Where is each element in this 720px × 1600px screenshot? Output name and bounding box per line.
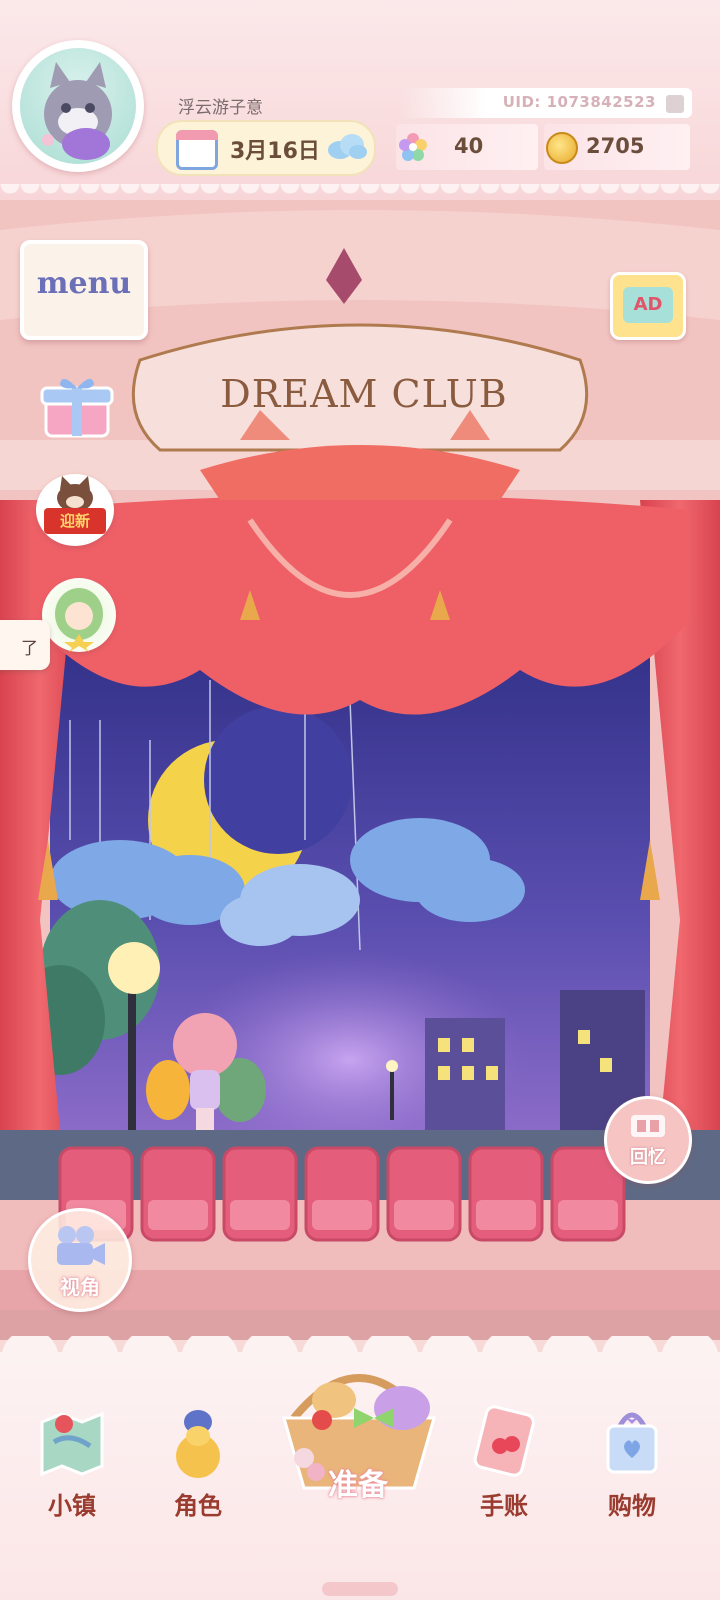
menu-label: menu bbox=[36, 266, 132, 301]
dream-club-sign: DREAM CLUB bbox=[220, 372, 508, 416]
gift-box-icon bbox=[40, 378, 114, 438]
flower-gem-icon bbox=[399, 133, 427, 161]
character-icon bbox=[176, 1410, 220, 1478]
date-panel[interactable]: 3月16日 bbox=[156, 120, 376, 176]
camera-view-button[interactable]: 视角 bbox=[28, 1208, 132, 1312]
dream-club-stage[interactable]: DREAM CLUB bbox=[0, 200, 720, 1340]
uid-text: UID: 1073842523 bbox=[502, 93, 656, 111]
ad-button[interactable]: AD bbox=[610, 272, 686, 340]
copy-icon[interactable] bbox=[664, 93, 686, 115]
new-year-event-button[interactable]: 迎新 bbox=[36, 474, 114, 546]
stage-illustration bbox=[0, 200, 720, 1340]
memory-label: 回忆 bbox=[630, 1147, 666, 1168]
nav-label-journal: 手账 bbox=[480, 1492, 528, 1520]
nav-label-shop: 购物 bbox=[608, 1492, 656, 1520]
flower-currency-panel[interactable]: 40 bbox=[396, 124, 538, 170]
nav-label-town: 小镇 bbox=[48, 1492, 96, 1520]
ad-label: AD bbox=[623, 287, 673, 323]
home-indicator bbox=[322, 1582, 398, 1596]
top-status-bar: 浮云游子意 UID: 1073842523 3月16日 40 2705 bbox=[0, 0, 720, 204]
uid-panel: UID: 1073842523 bbox=[400, 88, 692, 118]
avatar-cat-icon bbox=[20, 48, 136, 164]
nav-item-journal[interactable]: 手账 bbox=[444, 1398, 564, 1528]
coin-count: 2705 bbox=[586, 134, 645, 158]
nav-label-character: 角色 bbox=[174, 1492, 222, 1520]
journal-book-icon bbox=[473, 1405, 535, 1477]
memory-button[interactable]: 回忆 bbox=[604, 1096, 692, 1184]
date-text: 3月16日 bbox=[230, 139, 320, 164]
camera-label: 视角 bbox=[60, 1275, 100, 1299]
gold-coin-icon bbox=[546, 132, 578, 164]
fairy-character-icon bbox=[55, 588, 103, 652]
toast-text: 了 bbox=[21, 639, 38, 659]
fairy-event-button[interactable] bbox=[42, 578, 116, 652]
flower-count: 40 bbox=[454, 134, 484, 158]
coin-currency-panel[interactable]: 2705 bbox=[544, 124, 690, 170]
calendar-icon bbox=[176, 130, 218, 170]
nav-item-character[interactable]: 角色 bbox=[138, 1398, 258, 1528]
nav-item-shop[interactable]: 购物 bbox=[572, 1398, 692, 1528]
film-reel-icon bbox=[631, 1115, 665, 1137]
cat-mascot-icon bbox=[57, 476, 93, 512]
cloud-weather-icon bbox=[328, 134, 367, 159]
shopping-bag-icon bbox=[606, 1412, 658, 1474]
new-year-tag: 迎新 bbox=[44, 508, 106, 534]
nav-item-prepare[interactable] bbox=[264, 1348, 454, 1490]
menu-button[interactable]: menu bbox=[20, 240, 148, 340]
map-icon bbox=[40, 1411, 104, 1477]
movie-camera-icon bbox=[57, 1226, 105, 1265]
nav-label-prepare[interactable]: 准备 bbox=[278, 1460, 438, 1504]
player-name: 浮云游子意 bbox=[178, 98, 263, 118]
nav-item-town[interactable]: 小镇 bbox=[12, 1398, 132, 1528]
chat-toast[interactable]: 了 bbox=[0, 620, 50, 670]
player-avatar[interactable] bbox=[12, 40, 144, 172]
gift-button[interactable] bbox=[38, 372, 116, 442]
